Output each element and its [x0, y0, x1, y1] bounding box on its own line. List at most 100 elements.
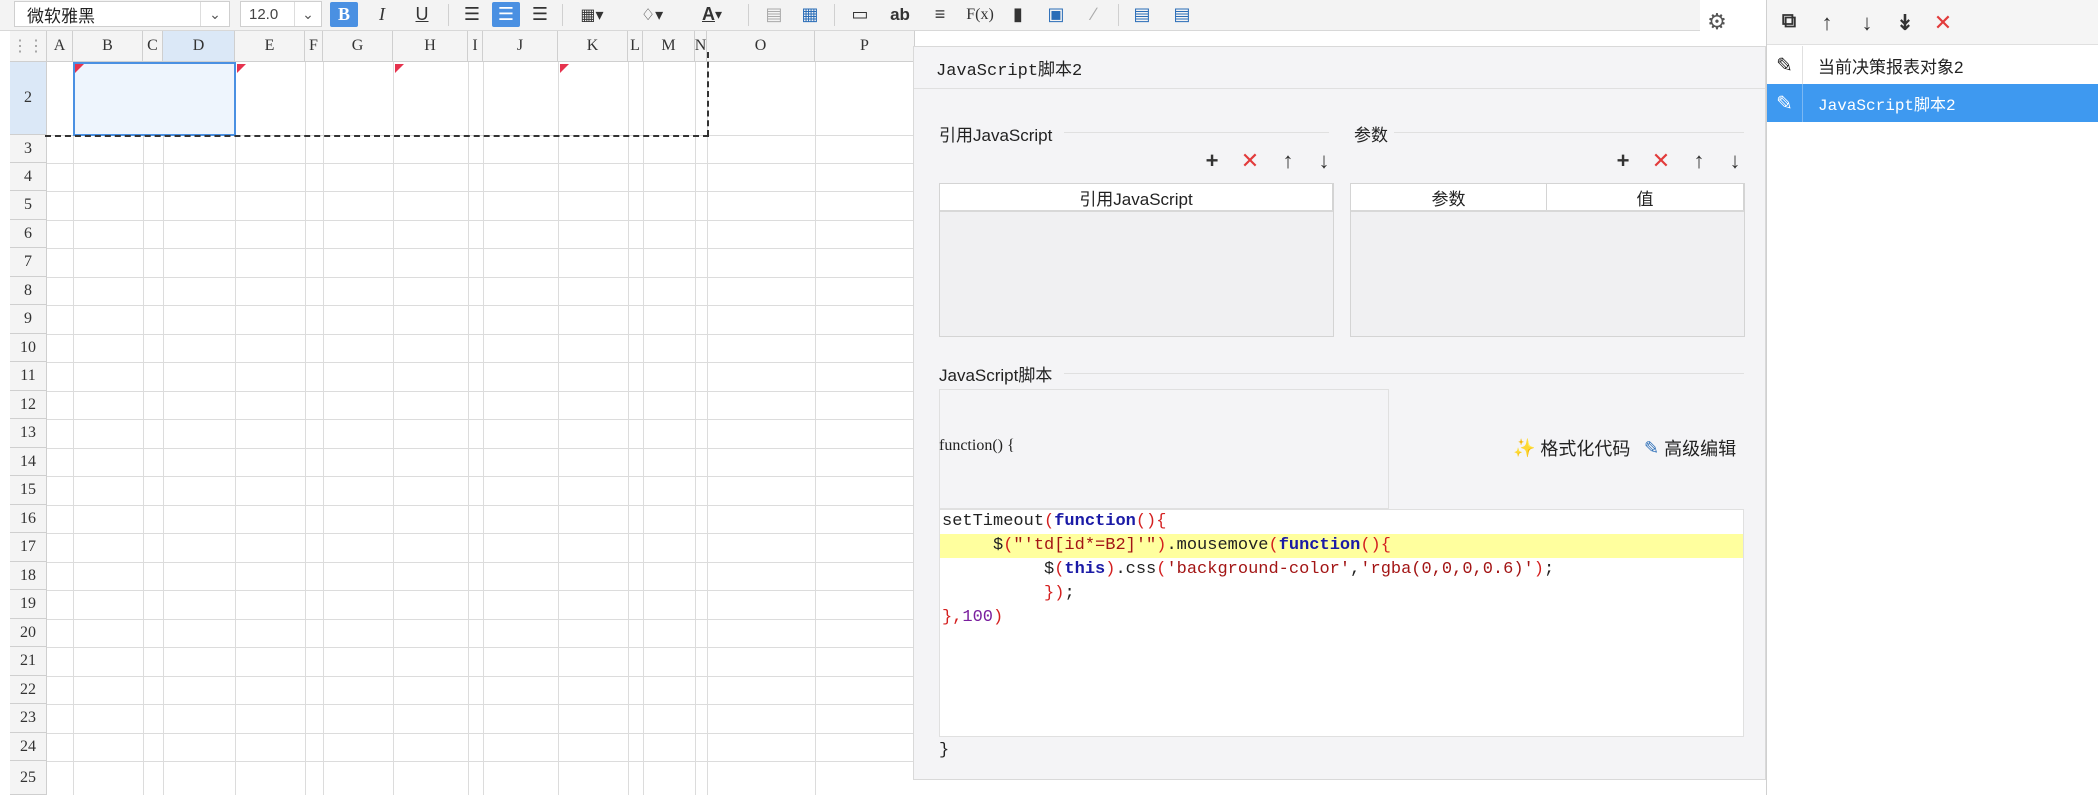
align-right-icon[interactable]: ☰ — [526, 2, 554, 27]
slash-icon[interactable]: ∕ — [1080, 2, 1108, 27]
font-family-select[interactable]: 微软雅黑 ⌄ — [14, 1, 230, 27]
underline-button[interactable]: U — [408, 2, 436, 27]
format-code-label: 格式化代码 — [1540, 439, 1631, 459]
row-header[interactable]: 16 — [10, 505, 47, 533]
row-header[interactable]: 13 — [10, 419, 47, 448]
add-ref-js-button[interactable]: + — [1200, 150, 1224, 172]
row-header[interactable]: 12 — [10, 391, 47, 419]
move-down-param-button[interactable]: ↓ — [1723, 150, 1747, 172]
advanced-edit-button[interactable]: ✎ 高级编辑 — [1644, 435, 1736, 461]
row-header[interactable]: 20 — [10, 619, 47, 647]
paragraph-icon[interactable]: ≡ — [926, 2, 954, 27]
move-up-ref-js-button[interactable]: ↑ — [1276, 150, 1300, 172]
code-token: }, — [942, 608, 963, 627]
column-header[interactable]: I — [468, 31, 483, 61]
row-header[interactable]: 4 — [10, 163, 47, 191]
column-header[interactable]: M — [643, 31, 695, 61]
row-header[interactable]: 3 — [10, 135, 47, 163]
align-left-icon[interactable]: ☰ — [458, 2, 486, 27]
move-up-icon[interactable]: ↑ — [1813, 10, 1841, 36]
row-header[interactable]: 10 — [10, 334, 47, 362]
tree-item-javascript[interactable]: ✎ JavaScript脚本2 — [1767, 84, 2098, 122]
form-icon[interactable]: ▤ — [1128, 2, 1156, 27]
list-icon[interactable]: ▤ — [1168, 2, 1196, 27]
code-token: ; — [1543, 560, 1555, 579]
row-header[interactable]: 22 — [10, 676, 47, 704]
row-header[interactable]: 8 — [10, 277, 47, 305]
row-header[interactable]: 23 — [10, 704, 47, 733]
chevron-down-icon[interactable]: ⌄ — [200, 2, 229, 26]
row-header[interactable]: 11 — [10, 362, 47, 391]
column-header[interactable]: H — [393, 31, 468, 61]
column-header[interactable]: D — [163, 31, 235, 61]
merge-cell-icon[interactable]: ▭ — [846, 2, 874, 27]
row-header[interactable]: 6 — [10, 220, 47, 248]
move-down-ref-js-button[interactable]: ↓ — [1312, 150, 1336, 172]
fill-color-icon[interactable]: ♢▾ — [630, 2, 674, 27]
align-center-icon[interactable]: ☰ — [492, 2, 520, 27]
formula-button[interactable]: F(x) — [962, 2, 998, 27]
add-param-button[interactable]: + — [1611, 150, 1635, 172]
copy-icon[interactable]: ⧉ — [1775, 10, 1803, 33]
move-down-icon[interactable]: ↓ — [1853, 10, 1881, 36]
code-line[interactable]: }); — [940, 582, 1743, 606]
code-line[interactable]: $(this).css('background-color','rgba(0,0… — [940, 558, 1743, 582]
column-header[interactable]: N — [695, 31, 707, 61]
move-bottom-icon[interactable]: ↡ — [1891, 10, 1919, 36]
delete-icon[interactable]: ✕ — [1929, 10, 1957, 36]
column-header[interactable]: J — [483, 31, 558, 61]
chevron-down-icon[interactable]: ⌄ — [294, 2, 321, 26]
font-color-button[interactable]: A ▾ — [690, 2, 734, 27]
row-header[interactable]: 14 — [10, 448, 47, 476]
row-header[interactable]: 17 — [10, 533, 47, 562]
row-header[interactable]: 24 — [10, 733, 47, 761]
code-token: ( — [1044, 512, 1055, 531]
code-line[interactable]: $("'td[id*=B2]'").mousemove(function(){ — [940, 534, 1743, 558]
column-header[interactable]: F — [305, 31, 323, 61]
text-button[interactable]: ab — [886, 2, 914, 27]
code-token: $ — [942, 536, 1004, 555]
delete-param-button[interactable]: ✕ — [1649, 150, 1673, 172]
column-header[interactable]: C — [143, 31, 163, 61]
chart-icon[interactable]: ▮ — [1004, 2, 1032, 27]
column-header[interactable]: A — [47, 31, 73, 61]
column-header[interactable]: B — [73, 31, 143, 61]
row-header[interactable]: 18 — [10, 562, 47, 590]
table-icon[interactable]: ▦ — [796, 2, 824, 27]
border-icon[interactable]: ▦▾ — [570, 2, 614, 27]
row-header[interactable]: 19 — [10, 590, 47, 619]
code-editor[interactable]: setTimeout(function(){ $("'td[id*=B2]'")… — [939, 509, 1744, 737]
settings-icon[interactable]: ⚙ — [1695, 5, 1739, 39]
grid-corner-icon[interactable]: ⋮⋮ — [10, 31, 47, 61]
row-header[interactable]: 2 — [10, 62, 47, 135]
code-token: function — [1054, 512, 1136, 531]
format-code-button[interactable]: ✨ 格式化代码 — [1513, 435, 1630, 461]
column-header[interactable]: G — [323, 31, 393, 61]
code-line[interactable]: },100) — [940, 606, 1743, 630]
column-header[interactable]: E — [235, 31, 305, 61]
tree-item-report-object[interactable]: ✎ 当前决策报表对象2 — [1767, 46, 2098, 84]
font-size-select[interactable]: 12.0 ⌄ — [240, 1, 322, 27]
row-header[interactable]: 15 — [10, 476, 47, 505]
column-header[interactable]: O — [707, 31, 815, 61]
code-line[interactable]: setTimeout(function(){ — [940, 510, 1743, 534]
code-token: ( — [1268, 536, 1279, 555]
row-header[interactable]: 9 — [10, 305, 47, 334]
row-header[interactable]: 25 — [10, 761, 47, 795]
column-header[interactable]: P — [815, 31, 915, 61]
params-table[interactable]: 参数 值 — [1350, 183, 1745, 337]
column-header[interactable]: K — [558, 31, 628, 61]
row-header[interactable]: 5 — [10, 191, 47, 220]
ref-js-table[interactable]: 引用JavaScript — [939, 183, 1334, 337]
selected-cell[interactable] — [73, 62, 236, 136]
move-up-param-button[interactable]: ↑ — [1687, 150, 1711, 172]
delete-ref-js-button[interactable]: ✕ — [1238, 150, 1262, 172]
column-header[interactable]: L — [628, 31, 643, 61]
row-header[interactable]: 21 — [10, 647, 47, 676]
image-icon[interactable]: ▣ — [1042, 2, 1070, 27]
code-token: ( — [1156, 560, 1167, 579]
cell-format-icon[interactable]: ▤ — [760, 2, 788, 27]
bold-button[interactable]: B — [330, 2, 358, 27]
italic-button[interactable]: I — [368, 2, 396, 27]
row-header[interactable]: 7 — [10, 248, 47, 277]
